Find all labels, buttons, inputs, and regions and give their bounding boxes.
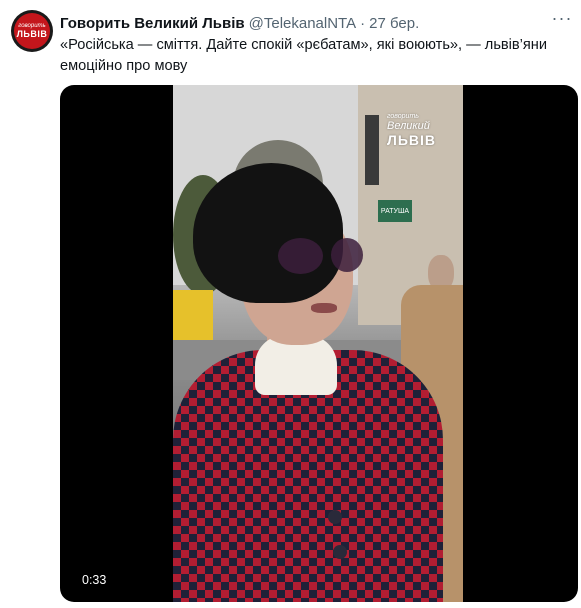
video-frame: РАТУША говорить Великий ЛЬВІВ: [173, 85, 463, 602]
channel-watermark: говорить Великий ЛЬВІВ: [387, 113, 436, 148]
logo-icon: говорить ЛЬВІВ: [14, 13, 50, 49]
more-horizontal-icon[interactable]: ···: [551, 9, 573, 32]
author-handle[interactable]: @TelekanalNTA: [249, 15, 357, 32]
street-sign: РАТУША: [378, 200, 412, 222]
author-name[interactable]: Говорить Великий Львів: [60, 15, 245, 32]
video-player[interactable]: РАТУША говорить Великий ЛЬВІВ: [60, 85, 578, 602]
timestamp[interactable]: 27 бер.: [369, 15, 419, 32]
tweet[interactable]: говорить ЛЬВІВ Говорить Великий Львів @T…: [0, 0, 581, 608]
tweet-header: Говорить Великий Львів @TelekanalNTA · 2…: [60, 13, 547, 33]
separator-dot: ·: [360, 14, 366, 32]
tweet-text: «Російська — сміття. Дайте спокій «рєбат…: [60, 37, 548, 74]
video-duration: 0:33: [82, 573, 107, 587]
avatar[interactable]: говорить ЛЬВІВ: [11, 10, 53, 52]
